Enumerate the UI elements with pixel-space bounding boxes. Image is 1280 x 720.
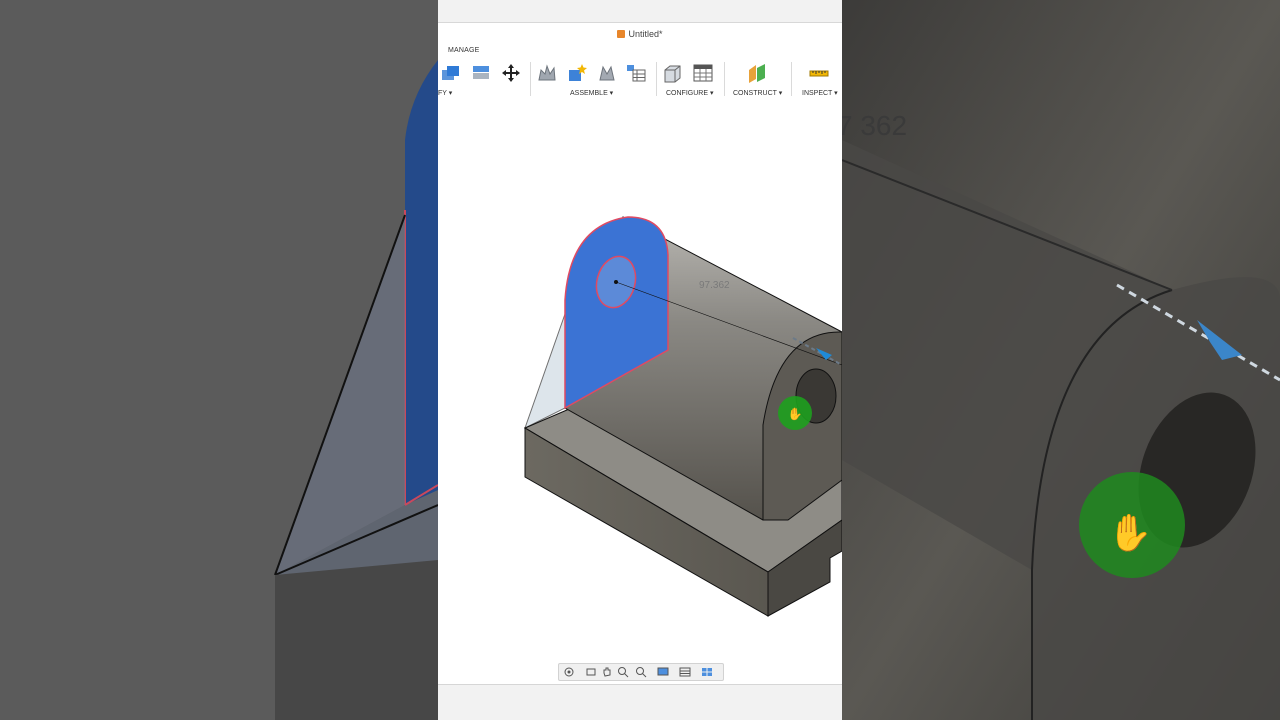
combine-icon[interactable] (440, 62, 462, 84)
hand-cursor-icon: ✋ (788, 407, 803, 421)
joint-icon[interactable] (536, 62, 558, 84)
dimension-label[interactable]: 97.362 (699, 280, 730, 291)
inspect-group-label[interactable]: INSPECT ▾ (802, 89, 838, 97)
navigation-bar (558, 663, 724, 681)
configure-group-label[interactable]: CONFIGURE ▾ (666, 89, 713, 97)
zoomed-dimension-label: 7 362 (842, 110, 907, 141)
viewports-icon[interactable] (701, 666, 713, 678)
title-bar (438, 0, 842, 23)
configuration-table-icon[interactable] (692, 62, 714, 84)
zoomed-model-left (0, 0, 438, 720)
measure-icon[interactable] (808, 62, 830, 84)
tab-manage[interactable]: MANAGE (448, 47, 480, 54)
assemble-group-label[interactable]: ASSEMBLE ▾ (570, 89, 613, 97)
orbit-icon[interactable] (563, 666, 575, 678)
as-built-joint-icon[interactable] (596, 62, 618, 84)
svg-text:✋: ✋ (1108, 512, 1153, 554)
offset-face-icon[interactable] (470, 62, 492, 84)
fusion-app-window: Untitled* MANAGE FY ▾ ASSEMBLE ▾ CONFIGU… (438, 0, 842, 720)
design-viewport[interactable]: 97.362 ✋ (438, 100, 842, 684)
document-cube-icon (617, 30, 626, 38)
zoomed-model-right: ✋ 7 362 (842, 0, 1280, 720)
move-icon[interactable] (500, 62, 522, 84)
construct-group-label[interactable]: CONSTRUCT ▾ (733, 89, 782, 97)
blue-face-left (405, 60, 438, 505)
modify-group-label[interactable]: FY ▾ (438, 89, 452, 97)
left-zoomed-background (0, 0, 438, 720)
zoom-window-icon[interactable] (617, 666, 629, 678)
zoom-icon[interactable] (635, 666, 647, 678)
document-title[interactable]: Untitled* (438, 29, 842, 39)
grid-icon[interactable] (679, 666, 691, 678)
look-at-icon[interactable] (585, 666, 597, 678)
pan-icon[interactable] (601, 666, 613, 678)
status-bar (438, 684, 842, 720)
configure-icon[interactable] (662, 62, 684, 84)
plane-icon[interactable] (746, 62, 768, 84)
ribbon-toolbar: FY ▾ ASSEMBLE ▾ CONFIGURE ▾ CONSTRUCT ▾ … (438, 56, 842, 101)
part-model[interactable]: 97.362 ✋ (438, 100, 842, 684)
right-zoomed-background: ✋ 7 362 (842, 0, 1280, 720)
bill-of-materials-icon[interactable] (625, 62, 647, 84)
new-component-icon[interactable] (566, 62, 588, 84)
display-icon[interactable] (657, 666, 669, 678)
